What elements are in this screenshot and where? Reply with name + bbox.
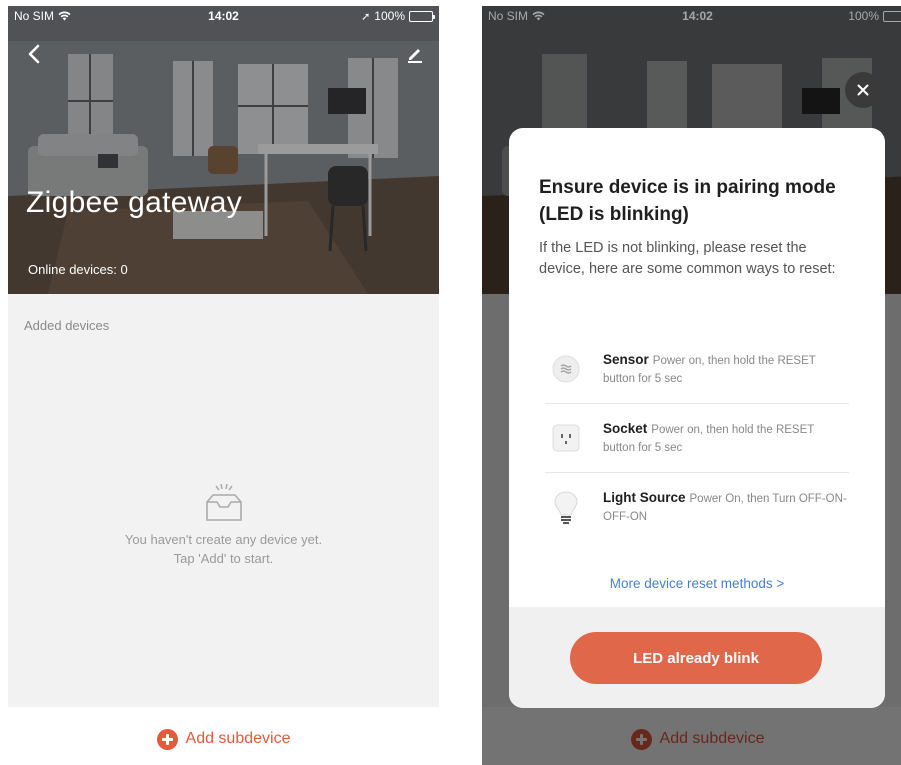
devices-panel: Added devices You haven't create any dev… xyxy=(8,294,439,707)
status-bar: No SIM 14:02 100% xyxy=(482,6,901,26)
pencil-icon xyxy=(408,49,422,63)
reset-item-name: Light Source xyxy=(603,490,686,505)
bulb-icon xyxy=(551,490,581,524)
battery-icon xyxy=(883,10,901,22)
add-subdevice-label: Add subdevice xyxy=(185,730,291,747)
sensor-icon xyxy=(551,354,581,384)
gateway-screen: No SIM 14:02 ➚ 100% Zigbee gateway Onlin… xyxy=(8,6,439,765)
gateway-hero-image xyxy=(8,6,439,294)
led-already-blink-button[interactable]: LED already blink xyxy=(570,632,822,684)
add-circle-icon xyxy=(156,728,178,750)
dialog-description: If the LED is not blinking, please reset… xyxy=(539,240,836,277)
reset-item-socket: Socket Power on, then hold the RESET butt… xyxy=(545,404,849,473)
back-button[interactable] xyxy=(22,42,46,66)
status-time: 14:02 xyxy=(208,9,239,23)
more-reset-methods-link[interactable]: More device reset methods > xyxy=(509,576,885,591)
battery-icon xyxy=(409,10,435,22)
status-time: 14:02 xyxy=(682,9,713,23)
close-modal-button[interactable] xyxy=(845,72,881,108)
add-subdevice-button[interactable]: Add subdevice xyxy=(8,724,439,754)
gateway-title: Zigbee gateway xyxy=(26,186,243,219)
dialog-footer: LED already blink xyxy=(509,607,885,708)
edit-button[interactable] xyxy=(403,42,427,66)
empty-message-line1: You haven't create any device yet. xyxy=(124,532,323,547)
chevron-left-icon xyxy=(28,44,40,64)
reset-item-sensor: Sensor Power on, then hold the RESET butt… xyxy=(545,335,849,404)
online-devices-count: Online devices: 0 xyxy=(28,262,128,277)
status-bar: No SIM 14:02 ➚ 100% xyxy=(8,6,439,26)
pairing-mode-dialog: Ensure device is in pairing mode (LED is… xyxy=(509,128,885,708)
empty-box-icon xyxy=(205,483,242,521)
added-devices-label: Added devices xyxy=(24,318,110,333)
reset-methods-list: Sensor Power on, then hold the RESET butt… xyxy=(545,335,849,542)
empty-state: You haven't create any device yet. Tap '… xyxy=(8,482,439,568)
reset-item-name: Socket xyxy=(603,420,648,436)
reset-item-light-source: Light Source Power On, then Turn OFF-ON-O… xyxy=(545,473,849,542)
empty-message-line2: Tap 'Add' to start. xyxy=(173,551,274,566)
pairing-screen: Add subdevice No SIM 14:02 100% Ensure d… xyxy=(482,6,901,765)
socket-icon xyxy=(551,423,581,453)
dialog-title: Ensure device is in pairing mode (LED is… xyxy=(539,177,836,225)
reset-item-name: Sensor xyxy=(603,351,649,367)
close-icon xyxy=(857,84,869,96)
hero-overlay xyxy=(8,6,439,294)
